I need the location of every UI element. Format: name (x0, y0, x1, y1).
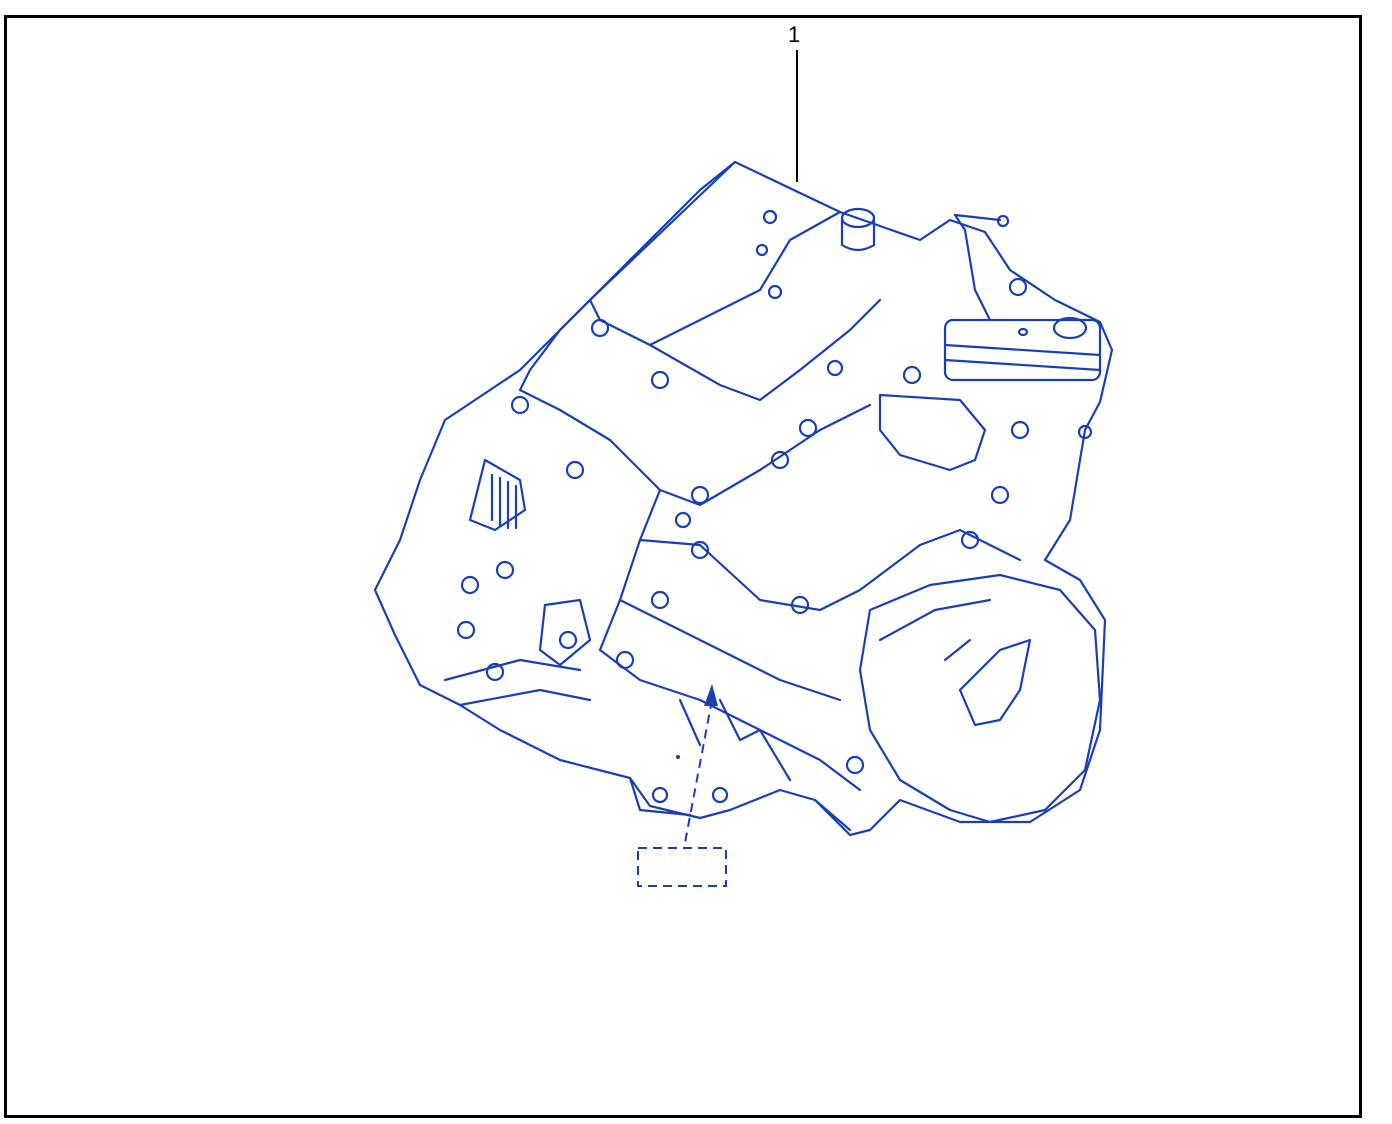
parts-diagram (373, 50, 1114, 887)
gearbox-assembly-icon (373, 160, 1114, 837)
identification-plate-placeholder (637, 847, 727, 887)
bolt-bosses (456, 209, 1093, 804)
identification-plate-arrow-icon (637, 684, 727, 887)
